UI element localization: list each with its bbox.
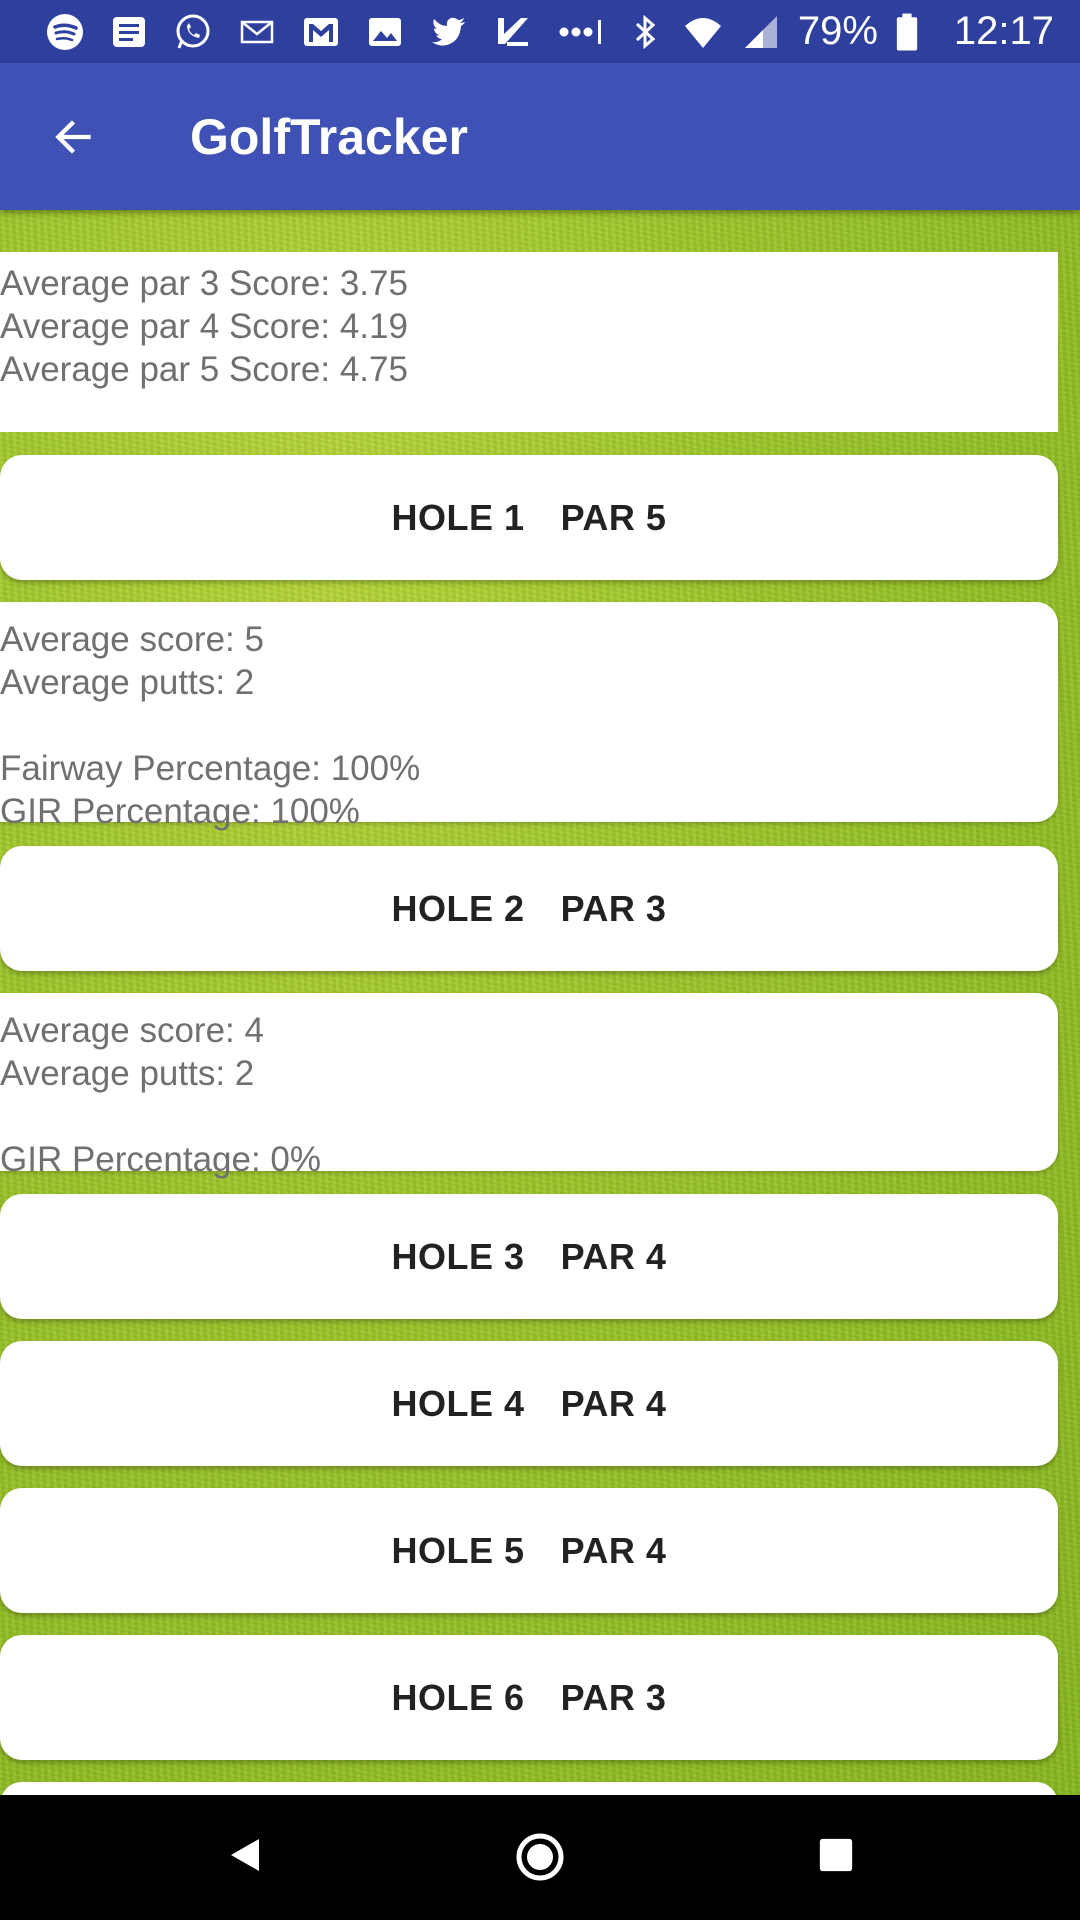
battery-percentage: 79% [797, 9, 878, 53]
hole-header-1[interactable]: HOLE 1 PAR 5 [0, 455, 1058, 580]
back-button[interactable] [44, 107, 104, 167]
nav-home-icon [516, 1833, 564, 1881]
app-title: GolfTracker [190, 108, 468, 165]
gir-percentage: GIR Percentage: 0% [0, 1140, 321, 1179]
wifi-icon [682, 11, 724, 53]
nav-back-button[interactable] [215, 1825, 275, 1885]
bluetooth-icon [624, 11, 666, 53]
hole-number: HOLE 1 [391, 496, 525, 538]
hole-number: HOLE 4 [391, 1382, 525, 1424]
hole-par: PAR 4 [560, 1382, 667, 1424]
avg-par5-score: Average par 5 Score: 4.75 [0, 350, 408, 389]
avg-score: Average score: 5 [0, 620, 264, 659]
spotify-icon [44, 11, 86, 53]
hole-header-6[interactable]: HOLE 6 PAR 3 [0, 1635, 1058, 1760]
hole-number: HOLE 3 [391, 1235, 525, 1277]
nav-back-icon [231, 1839, 259, 1871]
news-icon [108, 11, 150, 53]
hole-header-4[interactable]: HOLE 4 PAR 4 [0, 1341, 1058, 1466]
summary-card: Average par 3 Score: 3.75 Average par 4 … [0, 252, 1058, 432]
cell-signal-icon [740, 11, 782, 53]
hole-number: HOLE 2 [391, 887, 525, 929]
tasks-icon [492, 11, 534, 53]
navigation-bar [0, 1795, 1080, 1920]
hole-number: HOLE 6 [391, 1676, 525, 1718]
photos-icon [364, 11, 406, 53]
status-bar: 79% 12:17 [0, 0, 1080, 63]
gmail-icon [300, 11, 342, 53]
app-bar: GolfTracker [0, 63, 1080, 210]
mail-icon [236, 11, 278, 53]
hole-par: PAR 3 [560, 887, 667, 929]
nav-recents-button[interactable] [806, 1825, 866, 1885]
hole-header-3[interactable]: HOLE 3 PAR 4 [0, 1194, 1058, 1319]
hole-number: HOLE 5 [391, 1529, 525, 1571]
twitter-icon [428, 11, 470, 53]
fairway-percentage: Fairway Percentage: 100% [0, 749, 421, 788]
battery-icon [894, 11, 920, 53]
avg-putts: Average putts: 2 [0, 663, 255, 702]
hole-par: PAR 3 [560, 1676, 667, 1718]
hole-par: PAR 4 [560, 1529, 667, 1571]
hole-details-2: Average score: 4 Average putts: 2 GIR Pe… [0, 993, 1058, 1179]
hole-details-1: Average score: 5 Average putts: 2 Fairwa… [0, 602, 1058, 831]
nav-recents-icon [819, 1838, 853, 1872]
nav-home-button[interactable] [508, 1825, 572, 1889]
whatsapp-icon [172, 11, 214, 53]
avg-par4-score: Average par 4 Score: 4.19 [0, 307, 408, 346]
hole-par: PAR 4 [560, 1235, 667, 1277]
avg-score: Average score: 4 [0, 1011, 264, 1050]
arrow-back-icon [55, 119, 91, 154]
gir-percentage: GIR Percentage: 100% [0, 792, 360, 831]
avg-par3-score: Average par 3 Score: 3.75 [0, 264, 408, 303]
hole-par: PAR 5 [560, 496, 667, 538]
hole-header-next[interactable] [0, 1782, 1058, 1795]
avg-putts: Average putts: 2 [0, 1054, 255, 1093]
more-dots-icon [556, 11, 612, 53]
clock: 12:17 [953, 9, 1054, 53]
content-list[interactable]: Average par 3 Score: 3.75 Average par 4 … [0, 210, 1080, 1795]
hole-header-2[interactable]: HOLE 2 PAR 3 [0, 846, 1058, 971]
hole-header-5[interactable]: HOLE 5 PAR 4 [0, 1488, 1058, 1613]
